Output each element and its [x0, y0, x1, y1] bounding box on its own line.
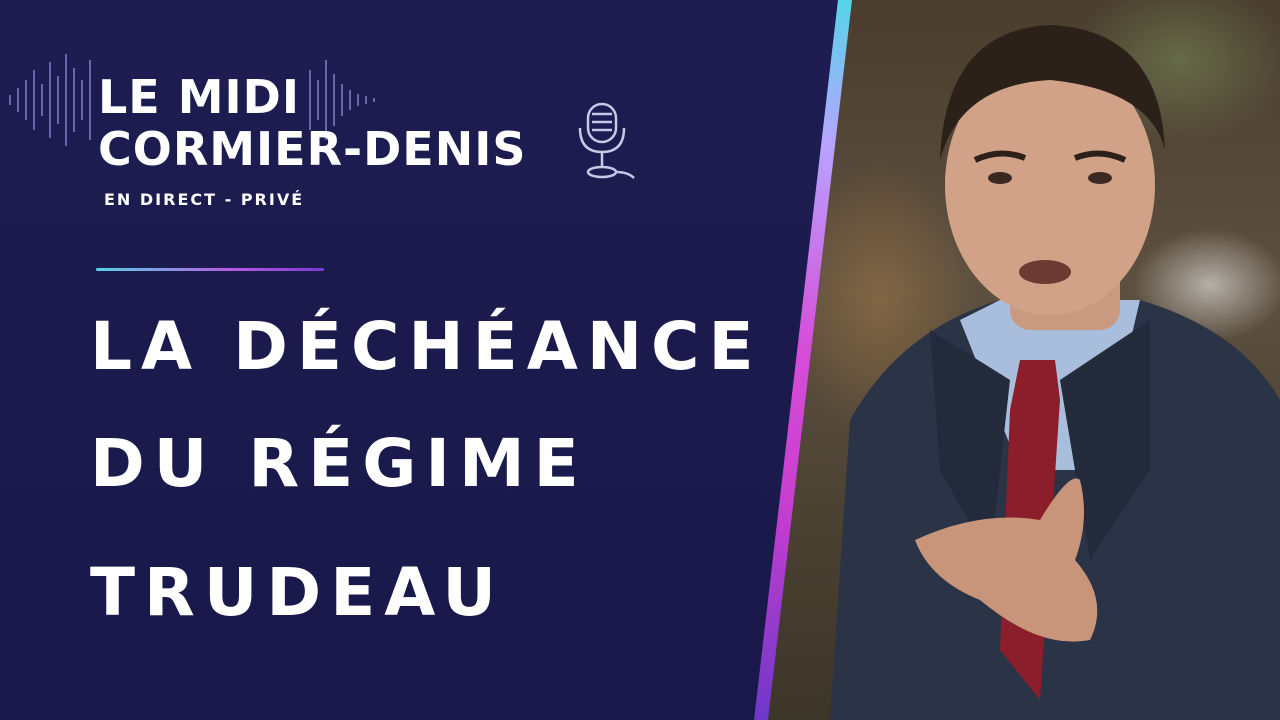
headline-line3: TRUDEAU — [90, 554, 505, 631]
show-title-line1: LE MIDI — [98, 70, 300, 124]
divider-line — [96, 268, 324, 271]
show-title-line2: CORMIER-DENIS — [98, 122, 527, 176]
microphone-icon — [578, 102, 635, 179]
headline-line2: DU RÉGIME — [90, 425, 588, 502]
headline-line1: LA DÉCHÉANCE — [90, 308, 763, 385]
show-subtitle: EN DIRECT - PRIVÉ — [104, 190, 305, 209]
